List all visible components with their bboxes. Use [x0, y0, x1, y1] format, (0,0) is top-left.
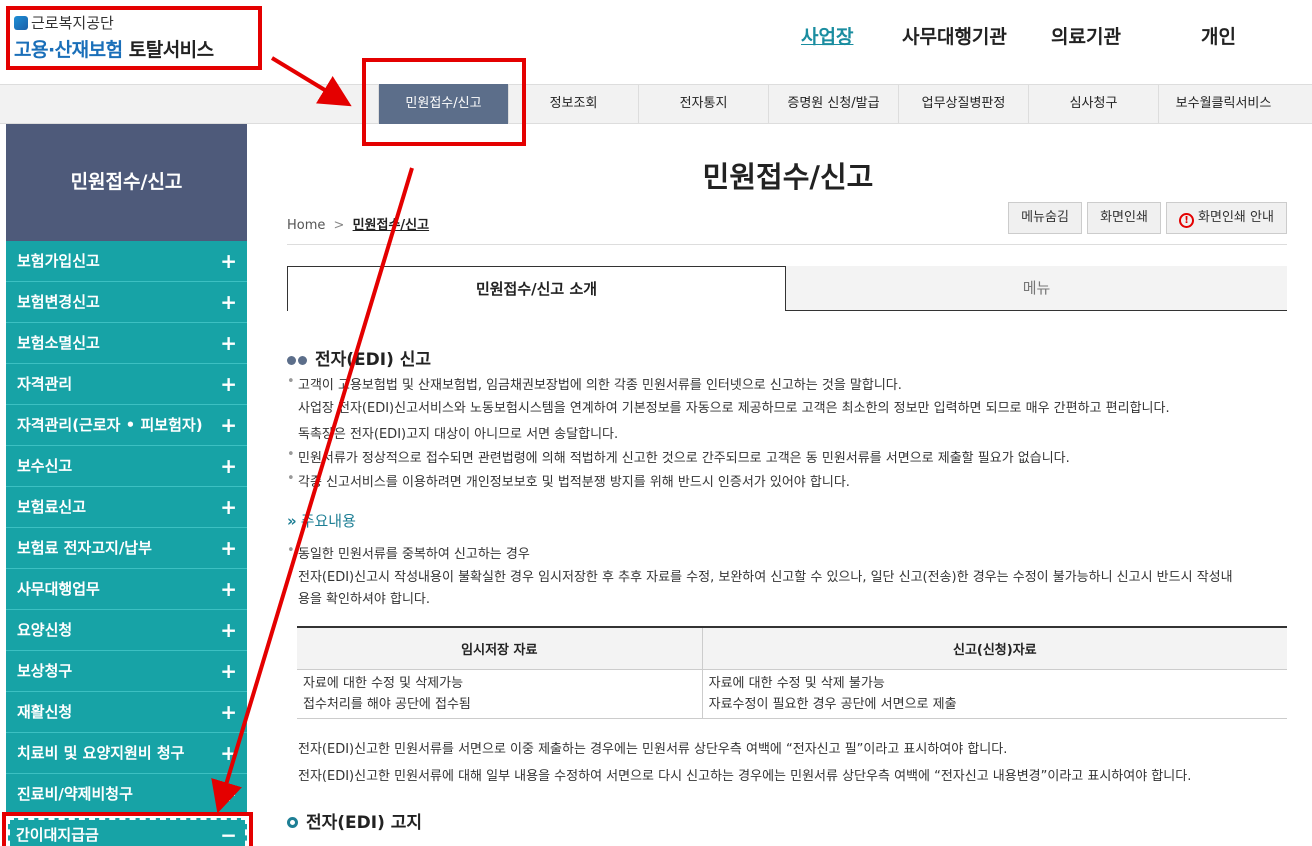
gnb-info-inquiry[interactable]: 정보조회 — [508, 85, 638, 123]
gnb-e-notice[interactable]: 전자통지 — [638, 85, 768, 123]
body-text: 각종 신고서비스를 이용하려면 개인정보보호 및 법적분쟁 방지를 위해 반드시… — [287, 471, 850, 490]
sidebar-item-simple-substitute-payment[interactable]: 간이대지급금 − — [8, 818, 247, 846]
body-text: 민원서류가 정상적으로 접수되면 관련법령에 의해 적법하게 신고한 것으로 간… — [287, 447, 1070, 466]
section-title-edi-notice: 전자(EDI) 고지 — [287, 808, 422, 833]
sidebar-menu: 보험가입신고 + 보험변경신고 + 보험소멸신고 + 자격관리 + 자격관리(근로자 •… — [6, 241, 247, 815]
body-text: 사업장 전자(EDI)신고서비스와 노동보험시스템을 연계하여 기본정보를 자동… — [298, 401, 1170, 416]
sidebar-item[interactable]: 보험료신고 + — [6, 487, 247, 528]
bullet-dot-icon — [287, 356, 296, 365]
plus-icon: + — [220, 331, 237, 355]
plus-icon: + — [220, 249, 237, 273]
plus-icon: + — [220, 454, 237, 478]
org-name: 근로복지공단 — [14, 12, 254, 33]
top-nav-agency[interactable]: 사무대행기관 — [902, 22, 1007, 49]
site-logo[interactable]: 근로복지공단 고용·산재보험 토탈서비스 — [6, 6, 262, 70]
sidebar-item[interactable]: 보험변경신고 + — [6, 282, 247, 323]
plus-icon: + — [220, 372, 237, 396]
alert-icon: ! — [1179, 213, 1195, 228]
table-header: 임시저장 자료 — [297, 626, 703, 670]
table-cell: 자료에 대한 수정 및 삭제 불가능 자료수정이 필요한 경우 공단에 서면으로… — [701, 669, 1287, 719]
sidebar-item[interactable]: 자격관리 + — [6, 364, 247, 405]
sidebar-item[interactable]: 보험소멸신고 + — [6, 323, 247, 364]
body-text: 독촉장은 전자(EDI)고지 대상이 아니므로 서면 송달합니다. — [298, 427, 619, 442]
sidebar-item[interactable]: 치료비 및 요양지원비 청구 + — [6, 733, 247, 774]
sidebar-item[interactable]: 보험가입신고 + — [6, 241, 247, 282]
top-nav-individual[interactable]: 개인 — [1201, 22, 1236, 49]
global-nav-bar: 민원접수/신고 정보조회 전자통지 증명원 신청/발급 업무상질병판정 심사청구… — [0, 84, 1312, 124]
sidebar-item[interactable]: 사무대행업무 + — [6, 569, 247, 610]
breadcrumb-current[interactable]: 민원접수/신고 — [353, 218, 430, 233]
gnb-occupational-disease[interactable]: 업무상질병판정 — [898, 85, 1028, 123]
gnb-certificate[interactable]: 증명원 신청/발급 — [768, 85, 898, 123]
sidebar-title: 민원접수/신고 — [6, 124, 247, 241]
bullet-dot-icon — [298, 356, 307, 365]
sidebar-item[interactable]: 재활신청 + — [6, 692, 247, 733]
service-name: 고용·산재보험 토탈서비스 — [14, 39, 214, 61]
minus-icon: − — [220, 823, 237, 846]
top-nav-workplace[interactable]: 사업장 — [801, 22, 853, 49]
comwel-logo-icon — [14, 15, 28, 30]
breadcrumb-home[interactable]: Home — [287, 218, 325, 233]
plus-icon: + — [220, 413, 237, 437]
plus-icon: + — [220, 741, 237, 765]
plus-icon: + — [220, 290, 237, 314]
body-text: 전자(EDI)신고시 작성내용이 불확실한 경우 임시저장한 후 추후 자료를 … — [298, 570, 1233, 585]
double-chevron-icon: » — [287, 512, 297, 530]
bullet-ring-icon — [287, 817, 298, 828]
body-text: 고객이 고용보험법 및 산재보험법, 임금채권보장법에 의한 각종 민원서류를 … — [287, 374, 902, 393]
section-title-edi-report: 전자(EDI) 신고 — [287, 345, 431, 370]
body-text: 동일한 민원서류를 중복하여 신고하는 경우 — [287, 543, 530, 562]
annotation-box-sidebar: 간이대지급금 − — [2, 812, 253, 846]
annotation-box-gnb — [362, 58, 526, 146]
plus-icon: + — [220, 618, 237, 642]
top-nav-medical[interactable]: 의료기관 — [1051, 22, 1121, 49]
print-button[interactable]: 화면인쇄 — [1087, 202, 1161, 234]
page-title: 민원접수/신고 — [702, 160, 874, 194]
body-text: 전자(EDI)신고한 민원서류를 서면으로 이중 제출하는 경우에는 민원서류 … — [298, 742, 1008, 757]
body-text: 용을 확인하셔야 합니다. — [298, 592, 430, 607]
sidebar-item[interactable]: 보상청구 + — [6, 651, 247, 692]
sidebar-item[interactable]: 보수신고 + — [6, 446, 247, 487]
plus-icon: + — [220, 536, 237, 560]
print-guide-button[interactable]: ! 화면인쇄 안내 — [1166, 202, 1287, 234]
plus-icon: + — [220, 577, 237, 601]
plus-icon: + — [220, 782, 237, 806]
plus-icon: + — [220, 659, 237, 683]
sidebar-item[interactable]: 요양신청 + — [6, 610, 247, 651]
table-row: 자료에 대한 수정 및 삭제가능 접수처리를 해야 공단에 접수됨 자료에 대한… — [297, 669, 1287, 719]
comparison-table: 임시저장 자료 신고(신청)자료 자료에 대한 수정 및 삭제가능 접수처리를 … — [297, 626, 1287, 719]
top-nav: 사업장 사무대행기관 의료기관 개인 — [752, 22, 1312, 49]
sidebar-item[interactable]: 자격관리(근로자 • 피보험자) + — [6, 405, 247, 446]
divider — [287, 244, 1287, 245]
tab-menu[interactable]: 메뉴 — [786, 266, 1287, 311]
gnb-wage-monthly-service[interactable]: 보수월클릭서비스 — [1158, 85, 1288, 123]
tab-intro[interactable]: 민원접수/신고 소개 — [287, 266, 786, 311]
table-header: 신고(신청)자료 — [701, 626, 1287, 670]
sidebar-item[interactable]: 보험료 전자고지/납부 + — [6, 528, 247, 569]
breadcrumb-separator: > — [333, 218, 345, 233]
plus-icon: + — [220, 700, 237, 724]
hide-menu-button[interactable]: 메뉴숨김 — [1008, 202, 1082, 234]
plus-icon: + — [220, 495, 237, 519]
breadcrumb: Home > 민원접수/신고 — [287, 214, 429, 233]
body-text: 전자(EDI)신고한 민원서류에 대해 일부 내용을 수정하여 서면으로 다시 … — [298, 769, 1192, 784]
sidebar-item[interactable]: 진료비/약제비청구 + — [6, 774, 247, 815]
sub-title-main-content: » 주요내용 — [287, 512, 356, 530]
gnb-review-request[interactable]: 심사청구 — [1028, 85, 1158, 123]
table-cell: 자료에 대한 수정 및 삭제가능 접수처리를 해야 공단에 접수됨 — [297, 669, 703, 719]
